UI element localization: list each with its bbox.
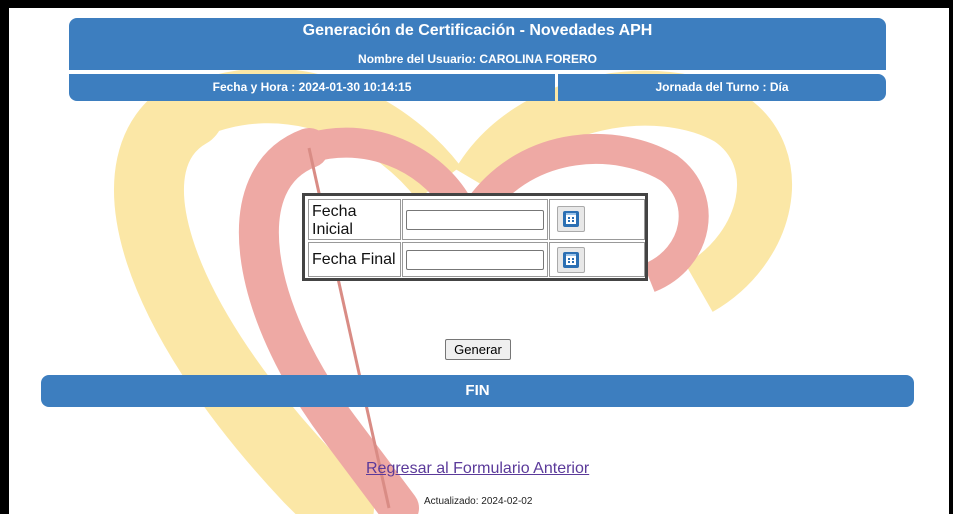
end-calendar-button[interactable] [557, 247, 585, 273]
start-date-label: Fecha Inicial [308, 199, 401, 240]
end-date-cell [402, 242, 548, 277]
datetime-bar: Fecha y Hora : 2024-01-30 10:14:15 [69, 74, 555, 101]
calendar-icon [563, 211, 579, 227]
start-date-input[interactable] [406, 210, 544, 230]
shift-bar: Jornada del Turno : Día [558, 74, 886, 101]
end-date-label: Fecha Final [308, 242, 401, 277]
fin-bar: FIN [41, 375, 914, 407]
start-calendar-button[interactable] [557, 206, 585, 232]
end-calendar-cell [549, 242, 645, 277]
generate-button[interactable]: Generar [445, 339, 511, 360]
start-calendar-cell [549, 199, 645, 240]
calendar-icon [563, 252, 579, 268]
window-right-border [949, 8, 953, 514]
end-date-input[interactable] [406, 250, 544, 270]
back-to-previous-form-link[interactable]: Regresar al Formulario Anterior [366, 460, 589, 478]
window-left-border [0, 0, 9, 514]
window-top-border [0, 0, 953, 8]
page-title: Generación de Certificación - Novedades … [302, 22, 653, 39]
start-date-cell [402, 199, 548, 240]
page-header: Generación de Certificación - Novedades … [69, 18, 886, 70]
last-updated-text: Actualizado: 2024-02-02 [424, 496, 533, 507]
user-name: Nombre del Usuario: CAROLINA FORERO [358, 52, 597, 66]
start-date-label-text: Fecha Inicial [312, 203, 357, 238]
end-date-label-text: Fecha Final [312, 251, 396, 268]
date-range-form: Fecha Inicial Fecha Final [302, 193, 648, 281]
